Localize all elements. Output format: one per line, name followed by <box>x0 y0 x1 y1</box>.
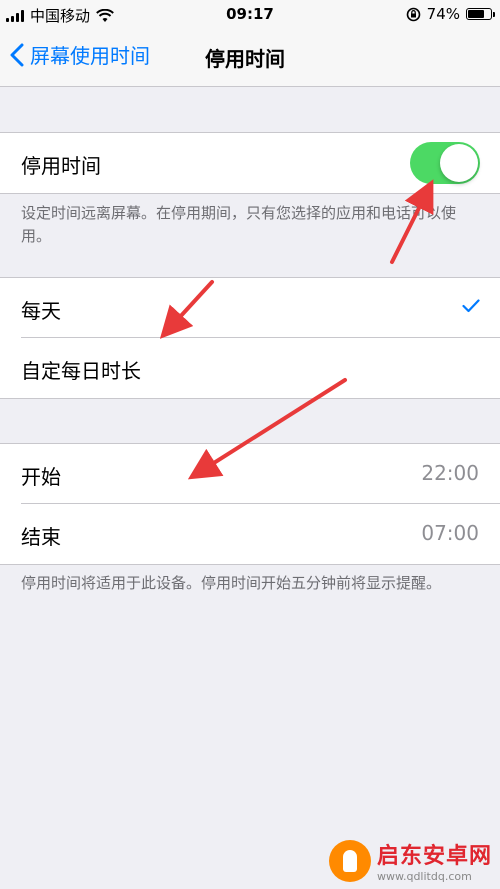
end-time-value: 07:00 <box>421 521 479 545</box>
schedule-option-custom-days[interactable]: 自定每日时长 <box>0 338 500 398</box>
watermark-name: 启东安卓网 <box>376 844 492 869</box>
back-button[interactable]: 屏幕使用时间 <box>10 40 150 69</box>
navigation-bar: 屏幕使用时间 停用时间 <box>0 30 500 87</box>
toggle-knob <box>440 144 478 182</box>
time-range-group: 开始 22:00 结束 07:00 <box>0 443 500 565</box>
battery-percent: 74% <box>426 5 460 23</box>
schedule-option-every-day[interactable]: 每天 <box>0 278 500 338</box>
rotation-lock-icon <box>406 7 420 21</box>
end-time-row[interactable]: 结束 07:00 <box>0 504 500 564</box>
chevron-left-icon <box>10 43 24 66</box>
status-right: 74% <box>406 5 495 23</box>
watermark-text: 启东安卓网 www.qdlitdq.com <box>377 838 492 883</box>
start-time-label: 开始 <box>21 465 61 489</box>
schedule-option-label: 自定每日时长 <box>21 359 141 383</box>
downtime-toggle-group: 停用时间 <box>0 132 500 194</box>
downtime-toggle-switch[interactable] <box>410 142 480 184</box>
page-title: 停用时间 <box>205 47 285 71</box>
watermark-logo-icon <box>328 839 371 882</box>
time-range-description: 停用时间将适用于此设备。停用时间开始五分钟前将显示提醒。 <box>21 574 442 592</box>
downtime-toggle-label: 停用时间 <box>21 154 101 178</box>
start-time-row[interactable]: 开始 22:00 <box>0 444 500 504</box>
checkmark-icon <box>462 299 480 313</box>
downtime-description: 设定时间远离屏幕。在停用期间，只有您选择的应用和电话可以使用。 <box>21 204 457 245</box>
status-bar: 中国移动 09:17 74% <box>0 0 500 30</box>
schedule-group: 每天 自定每日时长 <box>0 277 500 399</box>
back-button-label: 屏幕使用时间 <box>30 44 150 68</box>
battery-fill <box>468 10 485 18</box>
start-time-value: 22:00 <box>421 461 479 485</box>
watermark-url: www.qdlitdq.com <box>376 870 472 883</box>
schedule-option-label: 每天 <box>21 299 61 323</box>
site-watermark: 启东安卓网 www.qdlitdq.com <box>328 838 492 883</box>
battery-icon <box>466 8 495 20</box>
end-time-label: 结束 <box>21 525 61 549</box>
downtime-toggle-row: 停用时间 <box>0 133 500 193</box>
